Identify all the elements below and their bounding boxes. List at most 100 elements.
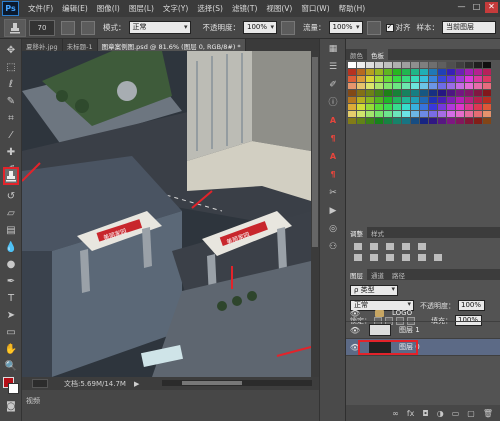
menu-edit[interactable]: 编辑(E) [62, 3, 88, 14]
dodge-icon[interactable]: ● [3, 257, 19, 271]
swatch-cell[interactable] [375, 76, 383, 82]
add-mask-icon[interactable]: ◘ [422, 409, 428, 418]
swatch-cell[interactable] [420, 97, 428, 103]
paragraph-panel-icon[interactable]: ¶ [326, 133, 340, 145]
menu-type[interactable]: 文字(Y) [163, 3, 188, 14]
swatch-cell[interactable] [375, 104, 383, 110]
swatch-cell[interactable] [474, 69, 482, 75]
swatch-cell[interactable] [465, 104, 473, 110]
close-button[interactable]: ✕ [485, 2, 498, 13]
swatch-cell[interactable] [447, 90, 455, 96]
swatch-cell[interactable] [357, 104, 365, 110]
path-select-icon[interactable]: ➤ [3, 308, 19, 322]
swatch-cell[interactable] [429, 83, 437, 89]
swatch-cell[interactable] [456, 104, 464, 110]
swatch-cell[interactable] [393, 83, 401, 89]
swatch-cell[interactable] [420, 69, 428, 75]
swatch-cell[interactable] [402, 76, 410, 82]
swatch-cell[interactable] [402, 118, 410, 124]
swatch-cell[interactable] [474, 76, 482, 82]
swatch-cell[interactable] [447, 111, 455, 117]
swatch-cell[interactable] [402, 104, 410, 110]
swatch-cell[interactable] [402, 111, 410, 117]
swatch-cell[interactable] [411, 104, 419, 110]
airbrush-icon[interactable] [366, 20, 381, 35]
swatch-cell[interactable] [447, 69, 455, 75]
swatch-cell[interactable] [357, 76, 365, 82]
tab-styles[interactable]: 样式 [367, 227, 388, 238]
character-panel-icon[interactable]: A [326, 115, 340, 127]
swatch-cell[interactable] [447, 62, 455, 68]
swatch-cell[interactable] [366, 90, 374, 96]
eraser-icon[interactable]: ▱ [3, 206, 19, 220]
swatch-cell[interactable] [483, 83, 491, 89]
tab-channels[interactable]: 通道 [367, 269, 388, 280]
background-color-swatch[interactable] [8, 383, 19, 394]
aligned-checkbox[interactable] [385, 22, 394, 32]
swatch-cell[interactable] [483, 76, 491, 82]
swatch-cell[interactable] [456, 111, 464, 117]
quick-mask-icon[interactable]: ◙ [3, 399, 19, 413]
swatch-cell[interactable] [366, 69, 374, 75]
swatch-cell[interactable] [483, 90, 491, 96]
swatch-cell[interactable] [375, 69, 383, 75]
maximize-button[interactable]: □ [470, 2, 483, 13]
swatch-cell[interactable] [366, 76, 374, 82]
doc-tab-1[interactable]: 夏移补.jpg [22, 39, 63, 51]
swatch-cell[interactable] [420, 62, 428, 68]
menu-layer[interactable]: 图层(L) [129, 3, 154, 14]
swatch-cell[interactable] [384, 83, 392, 89]
menu-image[interactable]: 图像(I) [97, 3, 120, 14]
marquee-icon[interactable]: ⬚ [3, 60, 19, 74]
swatch-cell[interactable] [384, 104, 392, 110]
tab-layers[interactable]: 图层 [346, 269, 367, 280]
swatch-cell[interactable] [384, 62, 392, 68]
clone-source-icon[interactable]: ⚇ [326, 241, 340, 253]
doc-tab-active[interactable]: 图章案例图.psd @ 81.6% (图层 0, RGB/8#) * [97, 39, 246, 51]
swatch-cell[interactable] [375, 118, 383, 124]
swatch-cell[interactable] [375, 97, 383, 103]
swatch-cell[interactable] [348, 111, 356, 117]
history-panel-icon[interactable]: ▦ [326, 43, 340, 55]
swatch-cell[interactable] [420, 83, 428, 89]
eye-icon[interactable]: 👁 [349, 326, 361, 335]
flow-field[interactable]: 100% [328, 21, 363, 34]
swatch-cell[interactable] [465, 83, 473, 89]
swatch-cell[interactable] [384, 69, 392, 75]
swatch-cell[interactable] [465, 111, 473, 117]
swatch-cell[interactable] [429, 97, 437, 103]
vertical-scrollbar[interactable] [311, 51, 319, 377]
tab-swatches[interactable]: 色板 [367, 49, 388, 60]
new-group-icon[interactable]: ▭ [452, 409, 460, 418]
properties-panel-icon[interactable]: ☰ [326, 61, 340, 73]
swatch-cell[interactable] [348, 90, 356, 96]
swatch-cell[interactable] [474, 97, 482, 103]
swatch-cell[interactable] [438, 83, 446, 89]
swatch-cell[interactable] [411, 69, 419, 75]
swatch-cell[interactable] [456, 90, 464, 96]
swatch-cell[interactable] [393, 97, 401, 103]
swatch-cell[interactable] [474, 62, 482, 68]
swatch-cell[interactable] [411, 97, 419, 103]
swatch-cell[interactable] [420, 104, 428, 110]
swatch-cell[interactable] [384, 97, 392, 103]
doc-tab-2[interactable]: 未标题-1 [63, 39, 98, 51]
swatch-cell[interactable] [393, 118, 401, 124]
swatch-cell[interactable] [465, 118, 473, 124]
swatch-cell[interactable] [483, 111, 491, 117]
swatch-cell[interactable] [348, 69, 356, 75]
swatch-cell[interactable] [429, 104, 437, 110]
swatch-cell[interactable] [429, 111, 437, 117]
swatch-cell[interactable] [384, 111, 392, 117]
tool-preset-picker[interactable] [4, 18, 26, 37]
swatch-cell[interactable] [474, 83, 482, 89]
layer-row-1[interactable]: 👁 图层 1 [346, 322, 500, 339]
swatch-cell[interactable] [366, 104, 374, 110]
swatch-cell[interactable] [447, 97, 455, 103]
brush-presets-icon[interactable]: ✐ [326, 79, 340, 91]
swatch-cell[interactable] [402, 69, 410, 75]
brush-size-picker[interactable]: 70 [29, 19, 55, 36]
hand-icon[interactable]: ✋ [3, 342, 19, 356]
layer-filter-select[interactable]: ρ 类型 [350, 285, 398, 296]
swatch-cell[interactable] [366, 111, 374, 117]
